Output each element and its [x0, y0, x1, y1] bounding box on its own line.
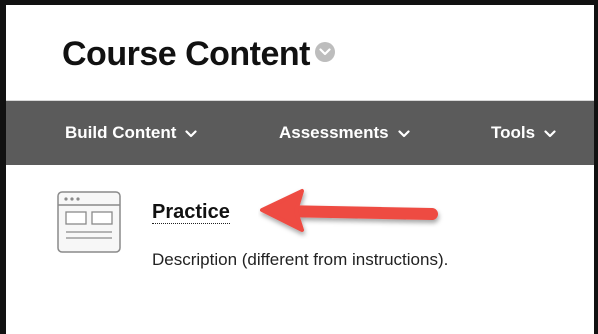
assessments-menu[interactable]: Assessments	[279, 101, 410, 165]
assessments-label: Assessments	[279, 123, 389, 142]
item-title-link[interactable]: Practice	[152, 201, 230, 224]
build-content-menu[interactable]: Build Content	[65, 101, 198, 165]
item-description: Description (different from instructions…	[152, 250, 449, 269]
chevron-down-icon	[398, 123, 410, 143]
content-list: Practice Description (different from ins…	[6, 165, 594, 334]
chevron-down-icon	[185, 123, 198, 143]
build-content-label: Build Content	[65, 123, 177, 142]
page-header: Course Content	[6, 5, 594, 101]
course-content-window: Course Content Build Content Assessments	[0, 0, 598, 334]
item-document-icon	[57, 191, 121, 253]
content-toolbar: Build Content Assessments Tools	[6, 101, 594, 165]
page-title-text: Course Content	[62, 35, 311, 73]
tools-label: Tools	[491, 123, 536, 142]
tools-menu[interactable]: Tools	[491, 101, 556, 165]
chevron-down-circle-icon[interactable]	[315, 41, 335, 62]
page-title: Course Content	[62, 35, 335, 74]
chevron-down-icon	[544, 123, 556, 143]
